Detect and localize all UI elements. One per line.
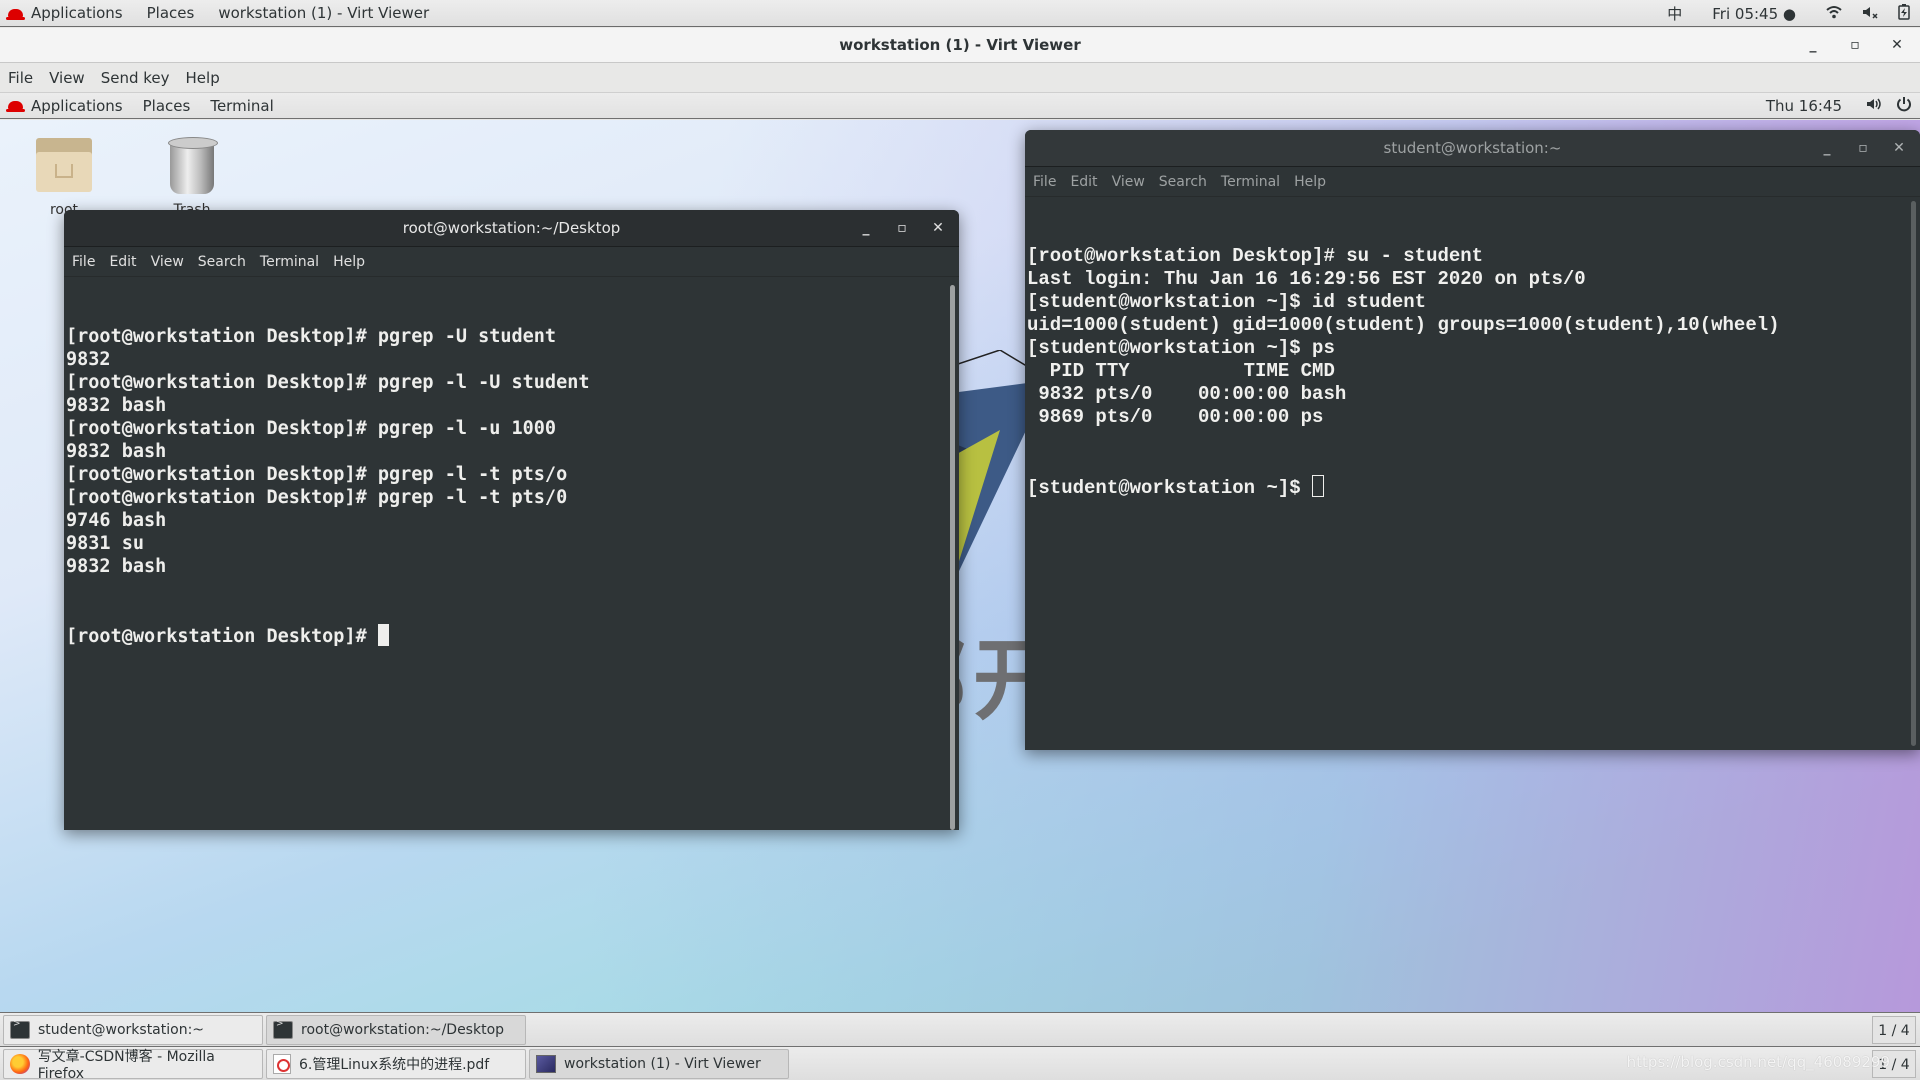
menu-terminal[interactable]: Terminal	[1221, 174, 1280, 190]
menu-edit[interactable]: Edit	[1070, 174, 1097, 190]
desktop-icon-root[interactable]: root	[24, 138, 104, 218]
terminal-line: [root@workstation Desktop]# pgrep -l -u …	[66, 418, 557, 439]
close-icon[interactable]: ✕	[929, 210, 947, 247]
volume-icon[interactable]	[1866, 97, 1882, 115]
terminal-line: uid=1000(student) gid=1000(student) grou…	[1027, 314, 1780, 336]
redhat-logo-icon	[6, 8, 25, 20]
guest-applications-menu[interactable]: Applications	[0, 97, 133, 115]
power-icon[interactable]	[1896, 96, 1912, 116]
minimize-icon[interactable]: _	[1818, 130, 1836, 167]
root-terminal-title: root@workstation:~/Desktop	[402, 219, 621, 237]
guest-window-list: student@workstation:~ root@workstation:~…	[0, 1012, 1920, 1046]
terminal-line: 9746 bash	[66, 510, 167, 531]
task-pdf[interactable]: 6.管理Linux系统中的进程.pdf	[266, 1048, 526, 1079]
battery-charging-icon[interactable]	[1888, 3, 1920, 24]
host-active-window-title[interactable]: workstation (1) - Virt Viewer	[206, 4, 441, 22]
guest-terminal-menu[interactable]: Terminal	[200, 97, 283, 115]
terminal-icon	[273, 1019, 293, 1039]
student-terminal-scrollbar[interactable]	[1911, 201, 1916, 746]
minimize-icon[interactable]: _	[1804, 28, 1822, 63]
guest-clock[interactable]: Thu 16:45	[1766, 97, 1842, 115]
trash-icon	[168, 137, 218, 194]
terminal-line: 9832 bash	[66, 556, 167, 577]
virt-viewer-title: workstation (1) - Virt Viewer	[839, 36, 1081, 54]
input-method-indicator[interactable]: 中	[1657, 3, 1692, 24]
terminal-line: 9832	[66, 349, 111, 370]
minimize-icon[interactable]: _	[857, 210, 875, 247]
task-firefox[interactable]: 写文章-CSDN博客 - Mozilla Firefox	[3, 1048, 263, 1080]
guest-workspace-pager[interactable]: 1 / 4	[1872, 1015, 1916, 1044]
terminal-line: [root@workstation Desktop]# pgrep -U stu…	[66, 326, 557, 347]
menu-view[interactable]: View	[1112, 174, 1145, 190]
desktop-icon-trash[interactable]: Trash	[152, 137, 232, 218]
virt-viewer-titlebar: workstation (1) - Virt Viewer _ ▫ ✕	[0, 28, 1920, 63]
menu-edit[interactable]: Edit	[109, 254, 136, 270]
home-folder-icon	[36, 138, 92, 192]
menu-view[interactable]: View	[151, 254, 184, 270]
virt-viewer-menubar: File View Send key Help	[0, 64, 1920, 93]
terminal-line: [root@workstation Desktop]# pgrep -l -t …	[66, 464, 568, 485]
task-root-terminal[interactable]: root@workstation:~/Desktop	[266, 1014, 526, 1045]
close-icon[interactable]: ✕	[1888, 28, 1906, 63]
terminal-line: PID TTY TIME CMD	[1027, 360, 1335, 382]
student-terminal-title: student@workstation:~	[1383, 139, 1562, 157]
menu-help[interactable]: Help	[186, 69, 228, 87]
student-terminal-window[interactable]: student@workstation:~ _ ▫ ✕ File Edit Vi…	[1025, 130, 1920, 750]
maximize-icon[interactable]: ▫	[893, 210, 911, 247]
menu-search[interactable]: Search	[1159, 174, 1207, 190]
terminal-prompt-line: [root@workstation Desktop]#	[66, 624, 957, 648]
menu-file[interactable]: File	[1033, 174, 1056, 190]
terminal-cursor	[1312, 475, 1325, 497]
csdn-url-watermark: https://blog.csdn.net/qq_46089299	[1626, 1053, 1890, 1071]
terminal-line: 9832 bash	[66, 395, 167, 416]
pdf-icon	[273, 1053, 291, 1074]
root-terminal-window[interactable]: root@workstation:~/Desktop _ ▫ ✕ File Ed…	[64, 210, 959, 830]
host-applications-menu[interactable]: Applications	[0, 4, 135, 22]
wifi-icon[interactable]	[1816, 5, 1852, 23]
menu-search[interactable]: Search	[198, 254, 246, 270]
terminal-line: 9869 pts/0 00:00:00 ps	[1027, 406, 1324, 428]
maximize-icon[interactable]: ▫	[1854, 130, 1872, 167]
volume-muted-icon[interactable]	[1852, 5, 1888, 23]
terminal-line: [student@workstation ~]$ id student	[1027, 291, 1427, 313]
terminal-line: [student@workstation ~]$ ps	[1027, 337, 1335, 359]
terminal-line: 9832 pts/0 00:00:00 bash	[1027, 383, 1347, 405]
terminal-line: Last login: Thu Jan 16 16:29:56 EST 2020…	[1027, 268, 1586, 290]
close-icon[interactable]: ✕	[1890, 130, 1908, 167]
terminal-line: [root@workstation Desktop]# pgrep -l -t …	[66, 487, 568, 508]
menu-send-key[interactable]: Send key	[101, 69, 178, 87]
host-window-list: 写文章-CSDN博客 - Mozilla Firefox 6.管理Linux系统…	[0, 1046, 1920, 1080]
root-terminal-titlebar[interactable]: root@workstation:~/Desktop _ ▫ ✕	[64, 210, 959, 247]
terminal-prompt-line: [student@workstation ~]$	[1027, 475, 1918, 500]
student-terminal-output[interactable]: [root@workstation Desktop]# su - student…	[1025, 197, 1920, 749]
menu-terminal[interactable]: Terminal	[260, 254, 319, 270]
guest-top-bar: Applications Places Terminal Thu 16:45	[0, 93, 1920, 119]
redhat-logo-icon	[6, 101, 25, 112]
menu-file[interactable]: File	[8, 69, 41, 87]
root-terminal-scrollbar[interactable]	[950, 285, 955, 830]
host-places-menu[interactable]: Places	[135, 4, 207, 22]
root-terminal-output[interactable]: [root@workstation Desktop]# pgrep -U stu…	[64, 277, 959, 830]
maximize-icon[interactable]: ▫	[1846, 28, 1864, 63]
terminal-cursor	[377, 624, 389, 646]
menu-help[interactable]: Help	[1294, 174, 1326, 190]
terminal-line: 9832 bash	[66, 441, 167, 462]
student-terminal-menubar: File Edit View Search Terminal Help	[1025, 167, 1920, 197]
root-terminal-menubar: File Edit View Search Terminal Help	[64, 247, 959, 277]
terminal-line: [root@workstation Desktop]# su - student	[1027, 245, 1484, 267]
firefox-icon	[10, 1053, 30, 1074]
guest-places-menu[interactable]: Places	[133, 97, 201, 115]
menu-file[interactable]: File	[72, 254, 95, 270]
task-student-terminal[interactable]: student@workstation:~	[3, 1014, 263, 1045]
host-top-bar: Applications Places workstation (1) - Vi…	[0, 0, 1920, 27]
menu-help[interactable]: Help	[333, 254, 365, 270]
terminal-icon	[10, 1019, 30, 1039]
terminal-line: 9831 su	[66, 533, 144, 554]
student-terminal-titlebar[interactable]: student@workstation:~ _ ▫ ✕	[1025, 130, 1920, 167]
terminal-line: [root@workstation Desktop]# pgrep -l -U …	[66, 372, 590, 393]
host-clock[interactable]: Fri 05:45 ●	[1692, 5, 1816, 23]
menu-view[interactable]: View	[49, 69, 93, 87]
task-virt-viewer[interactable]: workstation (1) - Virt Viewer	[529, 1048, 789, 1079]
virt-viewer-icon	[536, 1054, 556, 1073]
